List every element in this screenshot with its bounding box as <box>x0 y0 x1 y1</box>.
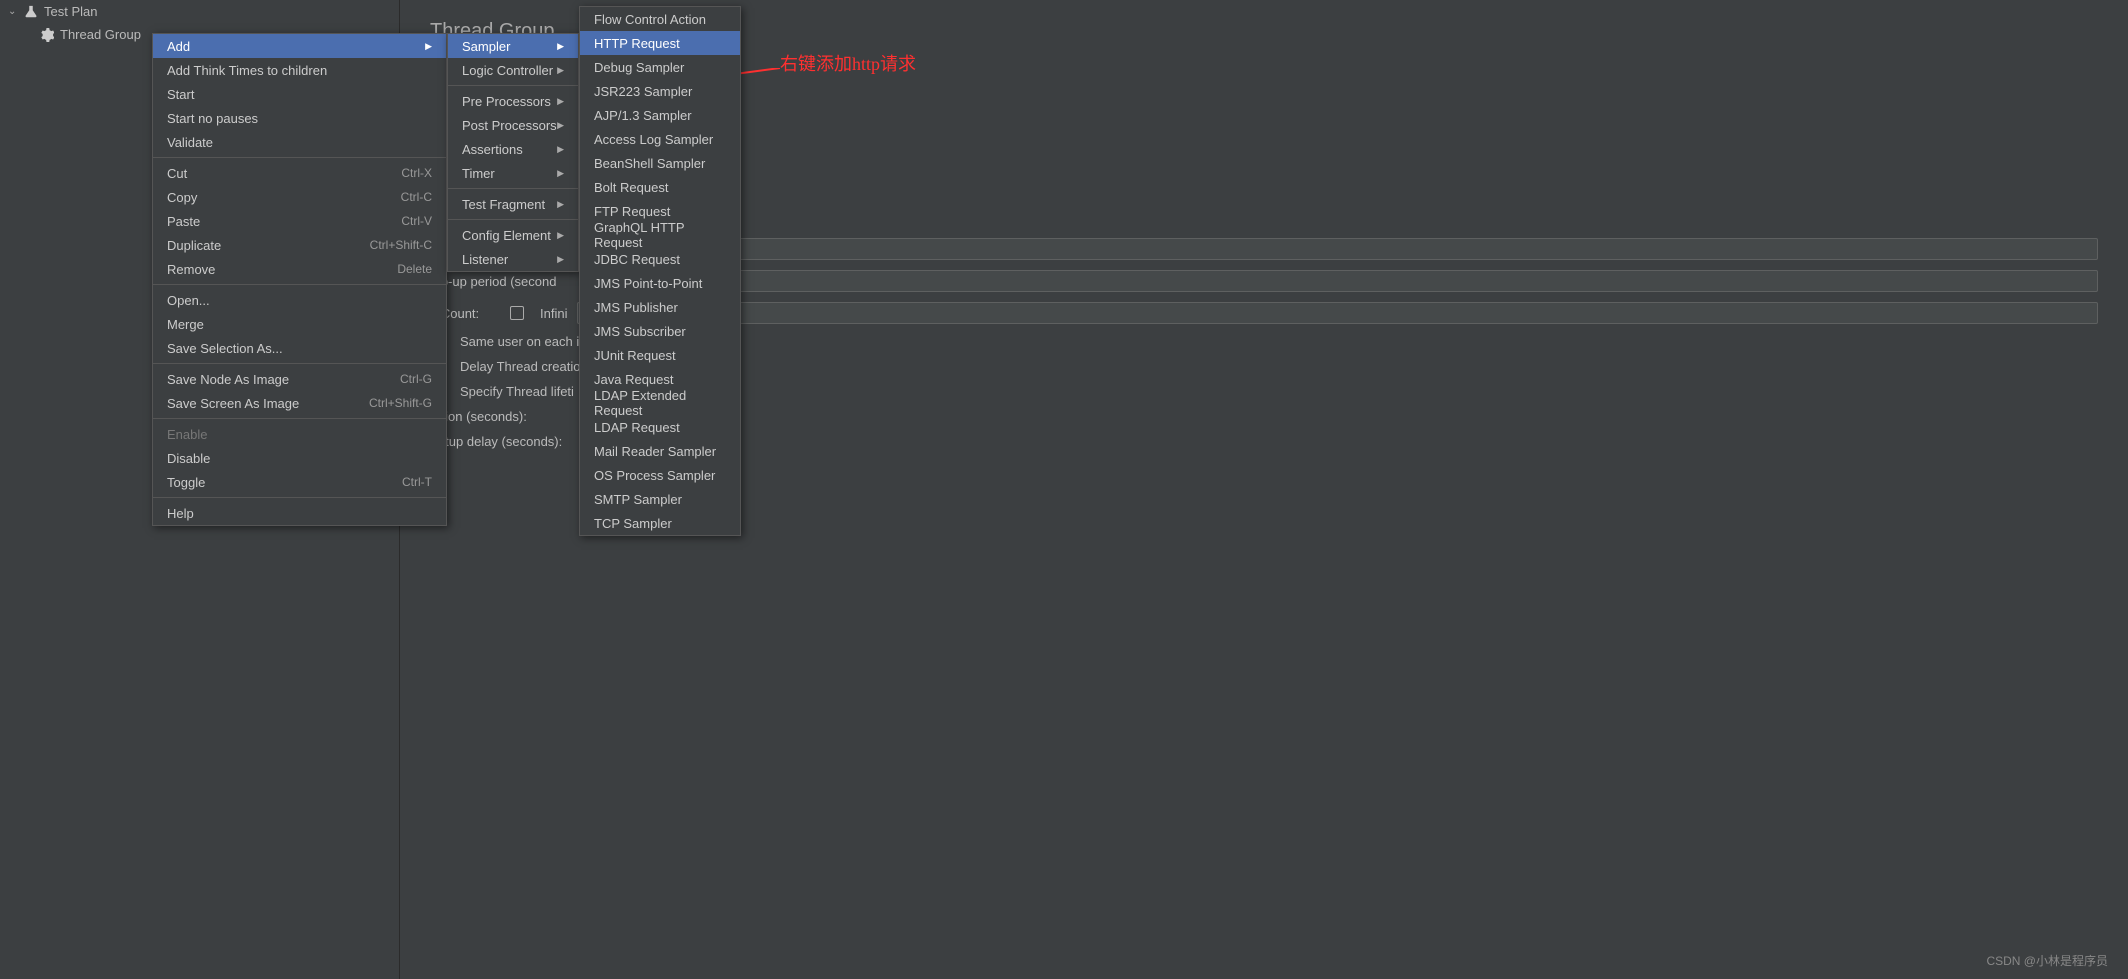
menu-separator <box>153 497 446 498</box>
tree-label-root: Test Plan <box>44 4 97 19</box>
menu-smtp-sampler[interactable]: SMTP Sampler <box>580 487 740 511</box>
ramp-label: mp-up period (second <box>430 274 600 289</box>
menu-post-processors[interactable]: Post Processors▶ <box>448 113 578 137</box>
menu-jms-publisher[interactable]: JMS Publisher <box>580 295 740 319</box>
menu-ajp-sampler[interactable]: AJP/1.3 Sampler <box>580 103 740 127</box>
menu-graphql-request[interactable]: GraphQL HTTP Request <box>580 223 740 247</box>
menu-save-screen[interactable]: Save Screen As ImageCtrl+Shift-G <box>153 391 446 415</box>
menu-toggle[interactable]: ToggleCtrl-T <box>153 470 446 494</box>
menu-test-fragment[interactable]: Test Fragment▶ <box>448 192 578 216</box>
menu-tcp-sampler[interactable]: TCP Sampler <box>580 511 740 535</box>
context-menu-sampler: Flow Control Action HTTP Request Debug S… <box>579 6 741 536</box>
chevron-right-icon: ▶ <box>557 65 564 76</box>
menu-separator <box>448 85 578 86</box>
menu-jdbc-request[interactable]: JDBC Request <box>580 247 740 271</box>
gear-icon <box>40 28 54 42</box>
menu-separator <box>448 188 578 189</box>
infinite-checkbox[interactable] <box>510 306 524 320</box>
menu-assertions[interactable]: Assertions▶ <box>448 137 578 161</box>
menu-separator <box>153 418 446 419</box>
ramp-input[interactable] <box>610 270 2098 292</box>
chevron-right-icon: ▶ <box>557 168 564 179</box>
chevron-right-icon: ▶ <box>557 254 564 265</box>
menu-start-no-pauses[interactable]: Start no pauses <box>153 106 446 130</box>
menu-logic-controller[interactable]: Logic Controller▶ <box>448 58 578 82</box>
chevron-right-icon: ▶ <box>557 230 564 241</box>
tree-label-child: Thread Group <box>60 27 141 42</box>
infinite-label: Infini <box>540 306 567 321</box>
menu-separator <box>153 157 446 158</box>
menu-listener[interactable]: Listener▶ <box>448 247 578 271</box>
menu-remove[interactable]: RemoveDelete <box>153 257 446 281</box>
chevron-right-icon: ▶ <box>557 96 564 107</box>
menu-cut[interactable]: CutCtrl-X <box>153 161 446 185</box>
menu-ldap-request[interactable]: LDAP Request <box>580 415 740 439</box>
menu-start[interactable]: Start <box>153 82 446 106</box>
context-menu-main: Add▶ Add Think Times to children Start S… <box>152 33 447 526</box>
menu-jms-subscriber[interactable]: JMS Subscriber <box>580 319 740 343</box>
menu-flow-control[interactable]: Flow Control Action <box>580 7 740 31</box>
chevron-right-icon: ▶ <box>557 144 564 155</box>
menu-merge[interactable]: Merge <box>153 312 446 336</box>
chevron-right-icon: ▶ <box>557 199 564 210</box>
menu-junit-request[interactable]: JUnit Request <box>580 343 740 367</box>
menu-save-selection[interactable]: Save Selection As... <box>153 336 446 360</box>
menu-add[interactable]: Add▶ <box>153 34 446 58</box>
menu-validate[interactable]: Validate <box>153 130 446 154</box>
menu-jsr223-sampler[interactable]: JSR223 Sampler <box>580 79 740 103</box>
menu-access-log-sampler[interactable]: Access Log Sampler <box>580 127 740 151</box>
menu-help[interactable]: Help <box>153 501 446 525</box>
menu-separator <box>153 363 446 364</box>
menu-think-times[interactable]: Add Think Times to children <box>153 58 446 82</box>
loop-input[interactable] <box>577 302 2098 324</box>
context-menu-add: Sampler▶ Logic Controller▶ Pre Processor… <box>447 33 579 272</box>
menu-debug-sampler[interactable]: Debug Sampler <box>580 55 740 79</box>
annotation-text: 右键添加http请求 <box>780 50 916 76</box>
menu-pre-processors[interactable]: Pre Processors▶ <box>448 89 578 113</box>
menu-timer[interactable]: Timer▶ <box>448 161 578 185</box>
delay-label: Delay Thread creatio <box>460 359 580 374</box>
menu-bolt-request[interactable]: Bolt Request <box>580 175 740 199</box>
flask-icon <box>24 5 38 19</box>
menu-beanshell-sampler[interactable]: BeanShell Sampler <box>580 151 740 175</box>
same-user-label: Same user on each it <box>460 334 583 349</box>
menu-jms-point[interactable]: JMS Point-to-Point <box>580 271 740 295</box>
menu-separator <box>153 284 446 285</box>
chevron-right-icon: ▶ <box>557 41 564 52</box>
menu-enable: Enable <box>153 422 446 446</box>
menu-sampler[interactable]: Sampler▶ <box>448 34 578 58</box>
menu-duplicate[interactable]: DuplicateCtrl+Shift-C <box>153 233 446 257</box>
menu-http-request[interactable]: HTTP Request <box>580 31 740 55</box>
menu-paste[interactable]: PasteCtrl-V <box>153 209 446 233</box>
menu-mail-reader[interactable]: Mail Reader Sampler <box>580 439 740 463</box>
menu-disable[interactable]: Disable <box>153 446 446 470</box>
menu-ldap-extended[interactable]: LDAP Extended Request <box>580 391 740 415</box>
tree-item-test-plan[interactable]: ⌄ Test Plan <box>0 0 399 23</box>
menu-copy[interactable]: CopyCtrl-C <box>153 185 446 209</box>
chevron-right-icon: ▶ <box>425 41 432 52</box>
menu-config-element[interactable]: Config Element▶ <box>448 223 578 247</box>
specify-label: Specify Thread lifeti <box>460 384 574 399</box>
chevron-down-icon: ⌄ <box>8 6 18 17</box>
duration-label: ration (seconds): <box>430 409 600 424</box>
menu-separator <box>448 219 578 220</box>
menu-save-node[interactable]: Save Node As ImageCtrl-G <box>153 367 446 391</box>
startup-label: tartup delay (seconds): <box>430 434 600 449</box>
chevron-right-icon: ▶ <box>557 120 564 131</box>
menu-open[interactable]: Open... <box>153 288 446 312</box>
menu-os-process[interactable]: OS Process Sampler <box>580 463 740 487</box>
watermark: CSDN @小林是程序员 <box>1986 952 2108 969</box>
